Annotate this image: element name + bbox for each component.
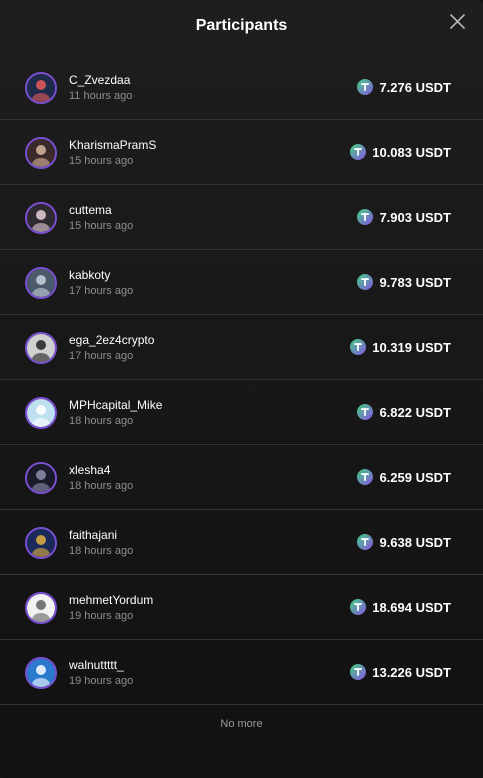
avatar[interactable] bbox=[25, 267, 57, 299]
participant-amount: 7.276 USDT bbox=[357, 78, 451, 96]
participant-time: 18 hours ago bbox=[69, 415, 134, 427]
participant-row[interactable]: cuttema 15 hours ago 7.903 USDT bbox=[0, 185, 483, 250]
participant-row[interactable]: walnuttttt_ 19 hours ago 13.226 USDT bbox=[0, 640, 483, 705]
participants-modal: Participants C_Zvezdaa 11 hours ago 7.276 … bbox=[0, 0, 483, 778]
participant-time: 18 hours ago bbox=[69, 480, 134, 492]
participant-amount: 6.822 USDT bbox=[357, 403, 451, 421]
no-more-label: No more bbox=[220, 718, 263, 730]
amount-text: 13.226 USDT bbox=[372, 664, 451, 680]
usdt-token-icon bbox=[357, 534, 374, 550]
participant-amount: 6.259 USDT bbox=[357, 468, 451, 486]
modal-title: Participants bbox=[195, 17, 288, 34]
avatar[interactable] bbox=[25, 332, 57, 364]
participant-name[interactable]: C_Zvezdaa bbox=[69, 73, 130, 87]
participant-row[interactable]: faithajani 18 hours ago 9.638 USDT bbox=[0, 510, 483, 575]
avatar[interactable] bbox=[25, 592, 57, 624]
usdt-token-icon bbox=[350, 144, 367, 160]
participant-amount: 10.083 USDT bbox=[350, 143, 451, 161]
avatar[interactable] bbox=[25, 527, 57, 559]
participant-amount: 10.319 USDT bbox=[350, 338, 451, 356]
participant-time: 11 hours ago bbox=[69, 90, 133, 102]
amount-text: 10.083 USDT bbox=[372, 144, 451, 160]
participant-name[interactable]: walnuttttt_ bbox=[69, 658, 124, 672]
usdt-token-icon bbox=[357, 274, 374, 290]
participant-time: 18 hours ago bbox=[69, 545, 134, 557]
participant-list: C_Zvezdaa 11 hours ago 7.276 USDT KharismaP… bbox=[0, 55, 483, 705]
participant-time: 19 hours ago bbox=[69, 610, 134, 622]
participant-name[interactable]: faithajani bbox=[69, 528, 117, 542]
participant-row[interactable]: KharismaPramS 15 hours ago 10.083 USDT bbox=[0, 120, 483, 185]
participant-amount: 13.226 USDT bbox=[350, 663, 451, 681]
participant-row[interactable]: ega_2ez4crypto 17 hours ago 10.319 USDT bbox=[0, 315, 483, 380]
participant-row[interactable]: mehmetYordum 19 hours ago 18.694 USDT bbox=[0, 575, 483, 640]
participant-row[interactable]: kabkoty 17 hours ago 9.783 USDT bbox=[0, 250, 483, 315]
avatar[interactable] bbox=[25, 462, 57, 494]
participant-name[interactable]: xlesha4 bbox=[69, 463, 110, 477]
amount-text: 9.638 USDT bbox=[379, 534, 451, 550]
participant-amount: 7.903 USDT bbox=[357, 208, 451, 226]
usdt-token-icon bbox=[350, 599, 367, 615]
avatar[interactable] bbox=[25, 137, 57, 169]
amount-text: 7.276 USDT bbox=[379, 79, 451, 95]
participant-name[interactable]: mehmetYordum bbox=[69, 593, 153, 607]
usdt-token-icon bbox=[357, 209, 374, 225]
amount-text: 6.822 USDT bbox=[379, 404, 451, 420]
participant-name[interactable]: KharismaPramS bbox=[69, 138, 156, 152]
amount-text: 18.694 USDT bbox=[372, 599, 451, 615]
participant-time: 15 hours ago bbox=[69, 155, 134, 167]
participant-amount: 9.638 USDT bbox=[357, 533, 451, 551]
usdt-token-icon bbox=[350, 664, 367, 680]
participant-row[interactable]: MPHcapital_Mike 18 hours ago 6.822 USDT bbox=[0, 380, 483, 445]
amount-text: 10.319 USDT bbox=[372, 339, 451, 355]
usdt-token-icon bbox=[357, 469, 374, 485]
close-icon[interactable] bbox=[448, 12, 468, 32]
participant-time: 17 hours ago bbox=[69, 285, 134, 297]
participant-time: 19 hours ago bbox=[69, 675, 134, 687]
participant-row[interactable]: C_Zvezdaa 11 hours ago 7.276 USDT bbox=[0, 55, 483, 120]
amount-text: 9.783 USDT bbox=[379, 274, 451, 290]
usdt-token-icon bbox=[357, 79, 374, 95]
participant-amount: 18.694 USDT bbox=[350, 598, 451, 616]
participant-name[interactable]: kabkoty bbox=[69, 268, 110, 282]
avatar[interactable] bbox=[25, 202, 57, 234]
avatar[interactable] bbox=[25, 397, 57, 429]
participant-name[interactable]: MPHcapital_Mike bbox=[69, 398, 162, 412]
amount-text: 7.903 USDT bbox=[379, 209, 451, 225]
participant-name[interactable]: ega_2ez4crypto bbox=[69, 333, 154, 347]
participant-time: 15 hours ago bbox=[69, 220, 134, 232]
participant-name[interactable]: cuttema bbox=[69, 203, 112, 217]
avatar[interactable] bbox=[25, 657, 57, 689]
usdt-token-icon bbox=[350, 339, 367, 355]
participant-time: 17 hours ago bbox=[69, 350, 134, 362]
participant-amount: 9.783 USDT bbox=[357, 273, 451, 291]
usdt-token-icon bbox=[357, 404, 374, 420]
modal-header: Participants bbox=[0, 0, 483, 55]
amount-text: 6.259 USDT bbox=[379, 469, 451, 485]
participant-row[interactable]: xlesha4 18 hours ago 6.259 USDT bbox=[0, 445, 483, 510]
avatar[interactable] bbox=[25, 72, 57, 104]
